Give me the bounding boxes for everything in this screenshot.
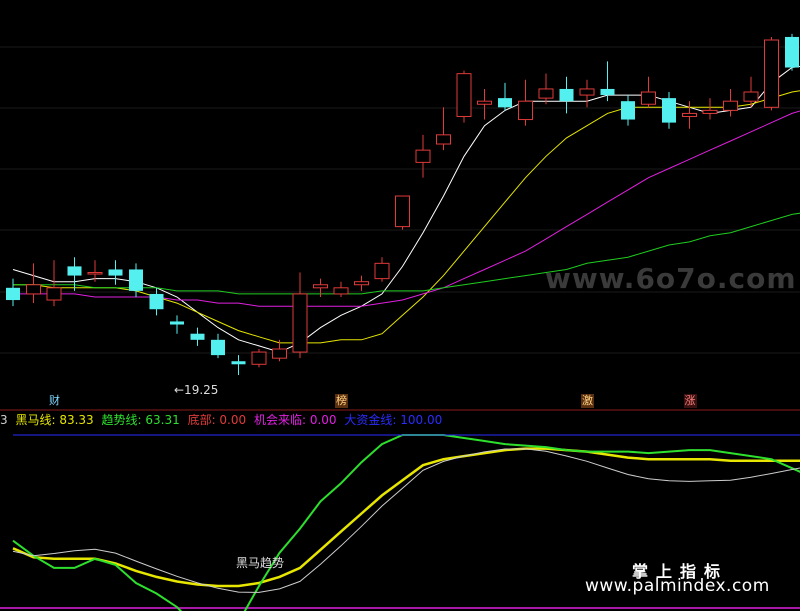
candle-body [538, 88, 554, 99]
candle-body [231, 361, 246, 365]
candle-body [272, 348, 287, 359]
legend-item: 趋势线: 63.31 [101, 413, 180, 427]
signal-marker: 涨 [683, 394, 697, 408]
indicator-legend: 3 黑马线: 83.33 趋势线: 63.31 底部: 0.00 机会来临: 0… [0, 411, 446, 428]
candle-body [621, 101, 635, 120]
candle-body [374, 262, 390, 280]
brand-url: www.palmindex.com [585, 576, 770, 596]
candle-body [518, 100, 533, 121]
legend-item: 底部: 0.00 [187, 413, 247, 427]
candle-body [743, 91, 759, 102]
candle-body [87, 272, 103, 275]
candle-body [559, 88, 574, 102]
legend-item: 3 [0, 413, 8, 427]
low-price-annotation: ←19.25 [174, 383, 219, 397]
candle-body [682, 112, 697, 117]
watermark: www.6o7o.com [545, 262, 797, 295]
candle-body [785, 36, 799, 68]
candle-body [129, 269, 143, 291]
candle-body [46, 287, 62, 301]
candle-body [702, 109, 718, 114]
candle-body [395, 195, 410, 228]
candle-body [149, 293, 164, 310]
candle-body [190, 333, 205, 340]
candle-body [251, 351, 267, 365]
signal-marker: 财 [48, 394, 61, 408]
candle-body [170, 321, 184, 325]
candle-body [313, 284, 328, 289]
candle-body [6, 287, 20, 301]
legend-item: 大资金线: 100.00 [344, 413, 443, 427]
legend-item: 机会来临: 0.00 [253, 413, 337, 427]
candle-body [415, 149, 431, 163]
candle-body [723, 100, 738, 111]
candle-body [67, 266, 82, 276]
candle-body [354, 281, 369, 286]
signal-marker: 榜 [335, 394, 348, 408]
candle-body [456, 73, 472, 117]
candle-body [477, 100, 492, 105]
candle-body [211, 339, 225, 356]
candle-body [436, 134, 451, 145]
legend-item: 黑马线: 83.33 [15, 413, 94, 427]
candle-body [641, 91, 656, 105]
candle-body [108, 269, 123, 276]
candle-body [764, 39, 779, 108]
candle-body [600, 88, 615, 96]
candle-body [498, 98, 512, 108]
candle-body [662, 98, 676, 123]
candle-body [292, 293, 308, 353]
candle-body [333, 287, 349, 295]
signal-marker: 激 [581, 394, 594, 408]
chart-canvas [0, 33, 800, 611]
candle-body [579, 88, 595, 96]
candle-body [26, 284, 41, 295]
lower-panel-annotation: 黑马趋势 [236, 556, 285, 570]
